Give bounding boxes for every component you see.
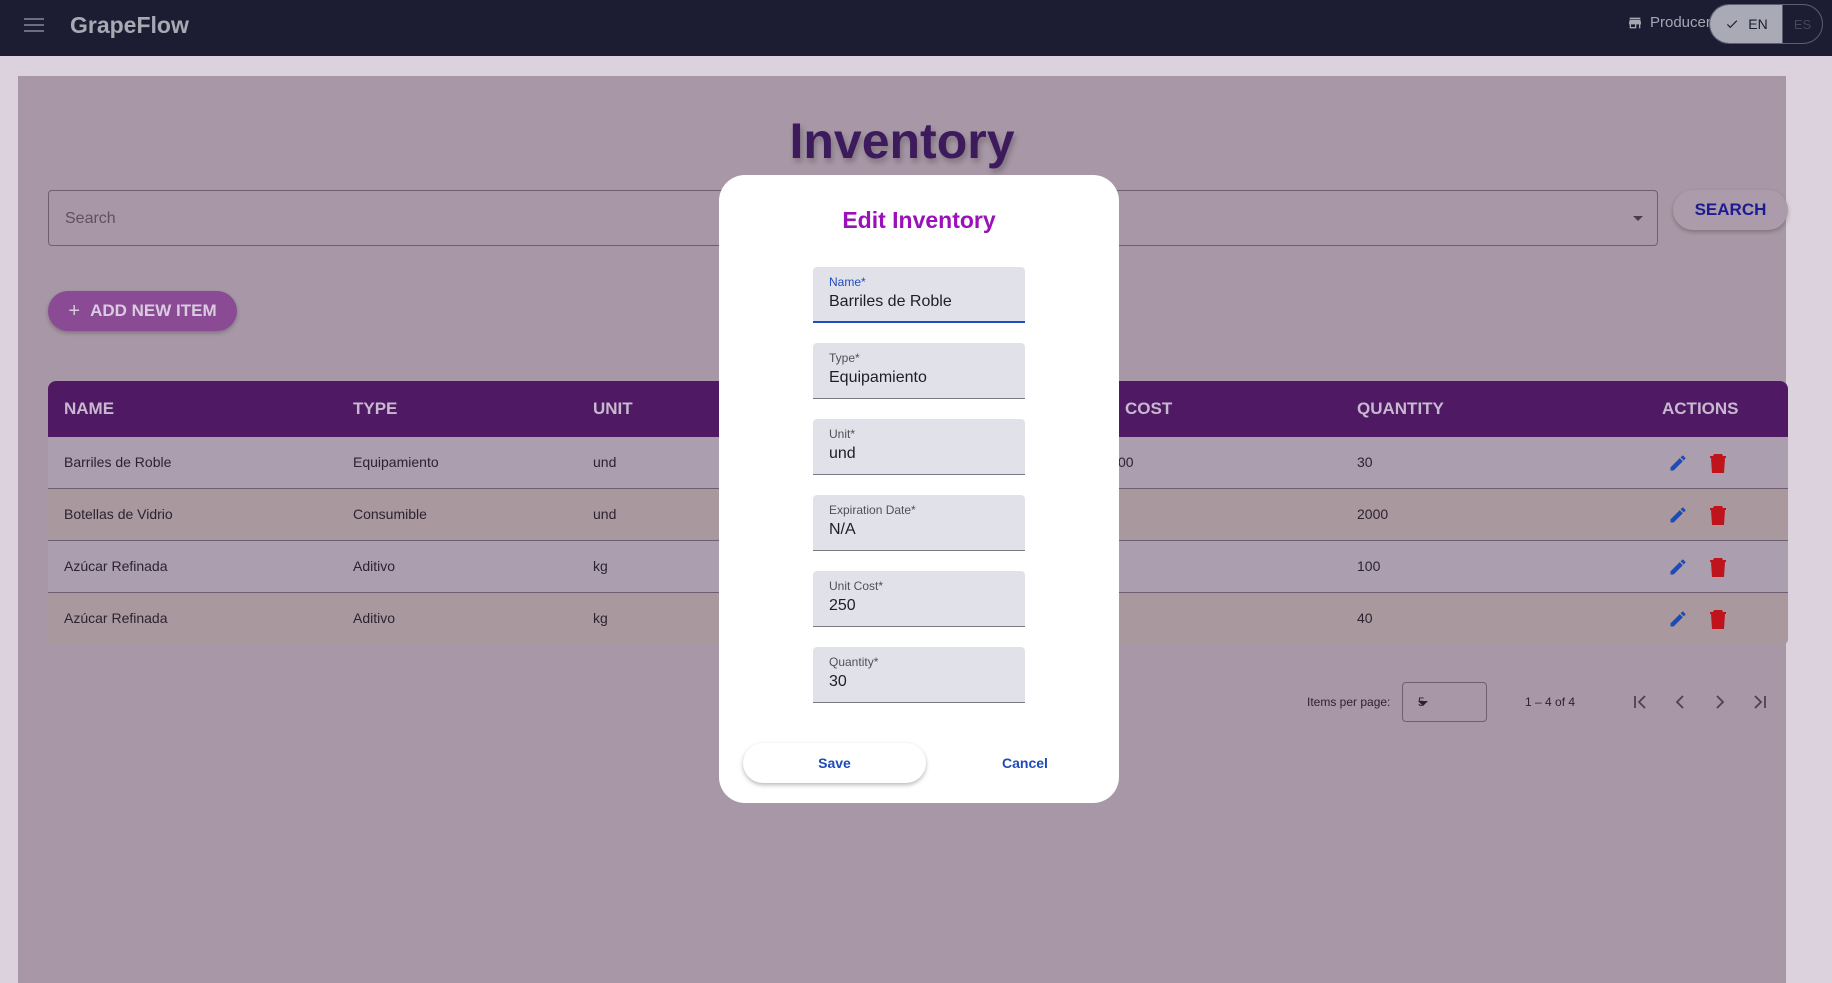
items-per-page-select[interactable]: 5 — [1402, 682, 1487, 722]
cell-name: Azúcar Refinada — [64, 610, 168, 626]
cancel-button[interactable]: Cancel — [963, 743, 1087, 783]
unit-field-value: und — [829, 445, 856, 462]
dialog-title: Edit Inventory — [842, 207, 996, 233]
edit-icon[interactable] — [1668, 557, 1688, 577]
cell-type: Equipamiento — [353, 454, 439, 470]
edit-inventory-dialog: Edit Inventory Name* Barriles de Roble T… — [719, 175, 1119, 803]
menu-icon[interactable] — [24, 18, 44, 36]
brand-title: GrapeFlow — [70, 12, 189, 38]
unit-field[interactable]: Unit* und — [813, 419, 1025, 475]
type-field-label: Type* — [829, 351, 860, 365]
search-button[interactable]: SEARCH — [1673, 190, 1788, 230]
cell-quantity: 40 — [1357, 610, 1373, 626]
unit-cost-field[interactable]: Unit Cost* 250 — [813, 571, 1025, 627]
type-field[interactable]: Type* Equipamiento — [813, 343, 1025, 399]
cell-quantity: 30 — [1357, 454, 1373, 470]
cell-unit: kg — [593, 558, 608, 574]
next-page-icon[interactable] — [1708, 690, 1732, 714]
column-header-type[interactable]: TYPE — [353, 399, 397, 419]
top-app-bar: GrapeFlow Producer EN ES — [0, 0, 1832, 56]
cell-unit: und — [593, 454, 617, 470]
lang-option-es[interactable]: ES — [1782, 5, 1822, 43]
unit-cost-field-label: Unit Cost* — [829, 579, 884, 593]
name-field-value: Barriles de Roble — [829, 293, 952, 310]
cell-name: Botellas de Vidrio — [64, 506, 173, 522]
cell-quantity: 2000 — [1357, 506, 1389, 522]
lang-es-label: ES — [1793, 16, 1812, 32]
first-page-icon[interactable] — [1628, 690, 1652, 714]
quantity-field-label: Quantity* — [829, 655, 879, 669]
add-new-item-button[interactable]: + ADD NEW ITEM — [48, 291, 237, 331]
quantity-field-value: 30 — [829, 673, 847, 690]
delete-icon[interactable] — [1710, 453, 1726, 473]
page-title: Inventory — [789, 113, 1015, 169]
column-header-unit[interactable]: UNIT — [593, 399, 633, 419]
type-field-value: Equipamiento — [829, 369, 927, 386]
store-icon — [1629, 17, 1641, 28]
cell-unit: und — [593, 506, 617, 522]
name-field[interactable]: Name* Barriles de Roble — [813, 267, 1025, 323]
check-icon — [1727, 20, 1738, 29]
lang-en-label: EN — [1748, 16, 1768, 32]
cell-name: Azúcar Refinada — [64, 558, 168, 574]
last-page-icon[interactable] — [1748, 690, 1772, 714]
unit-field-label: Unit* — [829, 427, 856, 441]
column-header-quantity[interactable]: QUANTITY — [1357, 399, 1444, 419]
cell-unit: kg — [593, 610, 608, 626]
plus-icon: + — [68, 299, 81, 322]
search-placeholder: Search — [65, 210, 116, 227]
lang-option-en[interactable]: EN — [1710, 5, 1782, 43]
edit-icon[interactable] — [1668, 505, 1688, 525]
delete-icon[interactable] — [1710, 505, 1726, 525]
column-header-actions: ACTIONS — [1662, 399, 1739, 418]
dropdown-arrow-icon — [1418, 701, 1428, 706]
items-per-page-label: Items per page: — [1307, 695, 1391, 709]
expiration-date-field-label: Expiration Date* — [829, 503, 916, 517]
expiration-date-field[interactable]: Expiration Date* N/A — [813, 495, 1025, 551]
cell-type: Consumible — [353, 506, 427, 522]
save-button[interactable]: Save — [743, 743, 926, 783]
add-new-item-label: ADD NEW ITEM — [90, 301, 217, 320]
page-range: 1 – 4 of 4 — [1525, 695, 1576, 709]
delete-icon[interactable] — [1710, 609, 1726, 629]
previous-page-icon[interactable] — [1668, 690, 1692, 714]
cell-name: Barriles de Roble — [64, 454, 172, 470]
cell-type: Aditivo — [353, 610, 396, 626]
edit-icon[interactable] — [1668, 453, 1688, 473]
column-header-cost[interactable]: COST — [1125, 399, 1172, 419]
expiration-date-field-value: N/A — [829, 521, 856, 538]
cell-quantity: 100 — [1357, 558, 1381, 574]
cell-type: Aditivo — [353, 558, 396, 574]
unit-cost-field-value: 250 — [829, 597, 856, 614]
edit-icon[interactable] — [1668, 609, 1688, 629]
user-role-label: Producer — [1650, 14, 1711, 31]
name-field-label: Name* — [829, 275, 866, 289]
cell-cost: 00 — [1118, 454, 1134, 470]
user-role[interactable]: Producer — [1626, 14, 1711, 31]
dropdown-arrow-icon[interactable] — [1633, 216, 1643, 221]
column-header-name[interactable]: NAME — [64, 399, 114, 419]
quantity-field[interactable]: Quantity* 30 — [813, 647, 1025, 703]
language-toggle[interactable]: EN ES — [1709, 4, 1823, 44]
delete-icon[interactable] — [1710, 557, 1726, 577]
